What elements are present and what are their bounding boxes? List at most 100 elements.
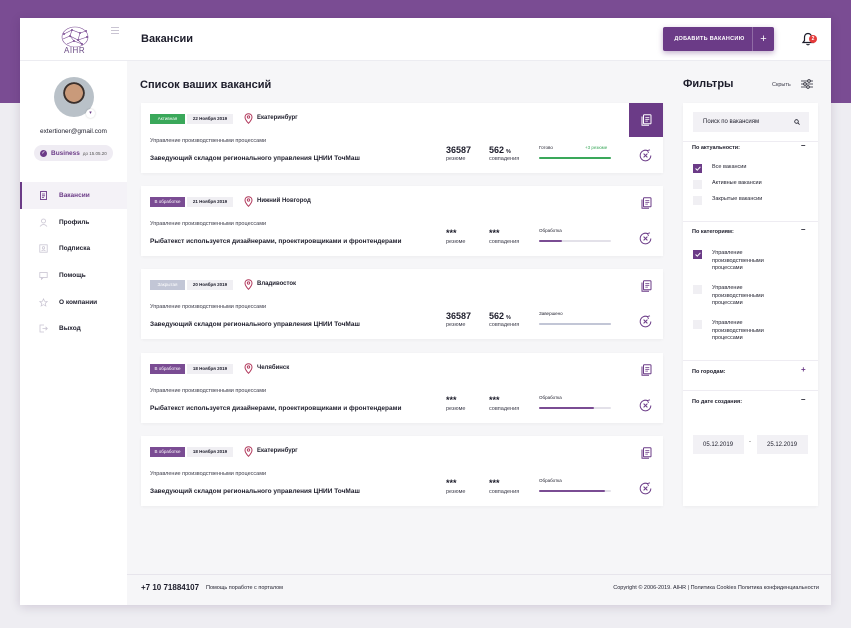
user-icon xyxy=(39,218,48,227)
footer-copyright[interactable]: Copyright © 2006-2019. AIHR | Политика C… xyxy=(613,585,819,591)
resume-label: резюме xyxy=(446,322,466,328)
filter-option[interactable]: Управление производственными процессами xyxy=(693,320,786,343)
checkbox[interactable] xyxy=(693,320,702,329)
plan-until: до 15.05.20 xyxy=(82,150,107,156)
progress-fill xyxy=(539,490,606,492)
match-count: *** xyxy=(489,395,500,405)
filter-option[interactable]: Управление производственными процессами xyxy=(693,285,786,308)
checkbox[interactable] xyxy=(693,285,702,294)
sidebar-item-subscription[interactable]: Подписка xyxy=(20,235,127,262)
checkbox[interactable] xyxy=(693,196,702,205)
match-unit: % xyxy=(506,315,511,321)
resume-label: резюме xyxy=(446,239,466,245)
menu-collapse-icon[interactable] xyxy=(111,27,119,34)
sidebar-item-profile[interactable]: Профиль xyxy=(20,209,127,236)
close-vacancy-icon[interactable] xyxy=(639,399,652,412)
match-value: 562% xyxy=(489,145,511,155)
collapse-date-button[interactable]: – xyxy=(801,395,805,404)
checkbox-checked[interactable] xyxy=(693,250,702,259)
location-pin-icon xyxy=(244,446,253,457)
add-vacancy-button[interactable]: ДОБАВИТЬ ВАКАНСИЮ + xyxy=(663,27,774,51)
progress-bar xyxy=(539,323,611,325)
vacancy-city: Челябинск xyxy=(257,365,290,371)
relevance-filter-title: По актуальности: xyxy=(692,145,740,151)
chevron-down-icon[interactable]: ▾ xyxy=(86,109,95,118)
vacancy-date: 18 Ноября 2019 xyxy=(187,364,233,374)
view-document-button[interactable] xyxy=(629,186,663,220)
sidebar-item-help[interactable]: Помощь xyxy=(20,262,127,289)
page-title: Вакансии xyxy=(141,33,193,45)
add-vacancy-label: ДОБАВИТЬ ВАКАНСИЮ xyxy=(674,36,745,42)
progress-fill xyxy=(539,157,611,159)
filters-hide-link[interactable]: Скрыть xyxy=(772,82,791,88)
resume-label: резюме xyxy=(446,489,466,495)
resume-label: резюме xyxy=(446,406,466,412)
view-document-button[interactable] xyxy=(629,103,663,137)
sidebar-item-label: О компании xyxy=(59,298,98,306)
vacancy-card[interactable]: Закрытая 20 Ноября 2019 Владивосток Управле… xyxy=(141,269,663,339)
match-unit: % xyxy=(506,149,511,155)
vacancy-title[interactable]: Рыбатекст используется дизайнерами, прое… xyxy=(150,238,401,245)
vacancy-city: Нижний Новгород xyxy=(257,198,311,204)
date-from-field[interactable]: 05.12.2019 xyxy=(693,435,744,454)
footer-help-link[interactable]: Помощь порaботе с порталом xyxy=(206,585,283,591)
sliders-icon[interactable] xyxy=(801,79,813,89)
collapse-category-button[interactable]: – xyxy=(801,225,805,234)
filter-option[interactable]: Все вакансии xyxy=(693,164,786,173)
location-pin-icon xyxy=(244,113,253,124)
location-pin-icon xyxy=(244,279,253,290)
progress-fill xyxy=(539,240,563,242)
plan-name: Business xyxy=(51,149,80,157)
view-document-button[interactable] xyxy=(629,436,663,470)
vacancy-card[interactable]: Активная 22 Ноября 2019 Екатеринбург Управл… xyxy=(141,103,663,173)
filter-option[interactable]: Активные вакансии xyxy=(693,180,786,189)
vacancy-category: Управление производственными процессами xyxy=(150,221,267,227)
date-to-field[interactable]: 25.12.2019 xyxy=(757,435,808,454)
top-bar: AIHR Вакансии ДОБАВИТЬ ВАКАНСИЮ + 2 xyxy=(20,18,831,61)
view-document-button[interactable] xyxy=(629,353,663,387)
filter-option[interactable]: Управление производственными процессами xyxy=(693,250,786,273)
vacancy-card[interactable]: В обработке 21 Ноября 2019 Нижний Новгород… xyxy=(141,186,663,256)
vacancy-city: Екатеринбург xyxy=(257,115,298,121)
checkbox-checked[interactable] xyxy=(693,164,702,173)
match-label: совпадения xyxy=(489,156,520,162)
vacancy-date: 20 Ноября 2019 xyxy=(187,280,233,290)
close-vacancy-icon[interactable] xyxy=(639,482,652,495)
vacancy-date: 18 Ноября 2019 xyxy=(187,447,233,457)
filter-option-label: Активные вакансии xyxy=(712,180,762,186)
checkbox[interactable] xyxy=(693,180,702,189)
view-document-button[interactable] xyxy=(629,269,663,303)
search-placeholder: Поиск по вакансиям xyxy=(703,119,760,125)
divider xyxy=(683,221,818,222)
vacancy-title[interactable]: Заведующий складом регионального управле… xyxy=(150,155,360,162)
vacancy-search-input[interactable]: Поиск по вакансиям xyxy=(693,112,809,132)
collapse-relevance-button[interactable]: – xyxy=(801,141,805,150)
location-pin-icon xyxy=(244,196,253,207)
divider xyxy=(683,360,818,361)
status-badge: В обработке xyxy=(150,197,185,207)
vacancy-category: Управление производственными процессами xyxy=(150,471,267,477)
vacancy-title[interactable]: Заведующий складом регионального управле… xyxy=(150,488,360,495)
close-vacancy-icon[interactable] xyxy=(639,149,652,162)
sidebar-item-about[interactable]: О компании xyxy=(20,289,127,316)
user-email: extertioner@gmail.com xyxy=(40,128,107,135)
filter-option[interactable]: Закрытые вакансии xyxy=(693,196,786,205)
close-vacancy-icon[interactable] xyxy=(639,232,652,245)
match-label: совпадения xyxy=(489,239,520,245)
progress-bar xyxy=(539,240,611,242)
close-vacancy-icon[interactable] xyxy=(639,315,652,328)
search-icon[interactable] xyxy=(794,119,800,125)
vacancy-card[interactable]: В обработке 18 Ноября 2019 Екатеринбург Упр… xyxy=(141,436,663,506)
expand-city-button[interactable]: + xyxy=(801,365,806,374)
match-value: 562% xyxy=(489,311,511,321)
vacancy-title[interactable]: Рыбатекст используется дизайнерами, прое… xyxy=(150,405,401,412)
match-value: *** xyxy=(489,478,502,488)
chat-icon xyxy=(39,272,48,280)
footer-sidebar-area xyxy=(20,574,127,605)
vacancy-title[interactable]: Заведующий складом регионального управле… xyxy=(150,321,360,328)
sidebar-item-logout[interactable]: Выход xyxy=(20,315,127,342)
vacancy-card[interactable]: В обработке 18 Ноября 2019 Челябинск Управл… xyxy=(141,353,663,423)
footer-phone[interactable]: +7 10 71884107 xyxy=(141,583,199,592)
sidebar-item-vacancies[interactable]: Вакансии xyxy=(20,182,127,209)
progress-bar xyxy=(539,157,611,159)
